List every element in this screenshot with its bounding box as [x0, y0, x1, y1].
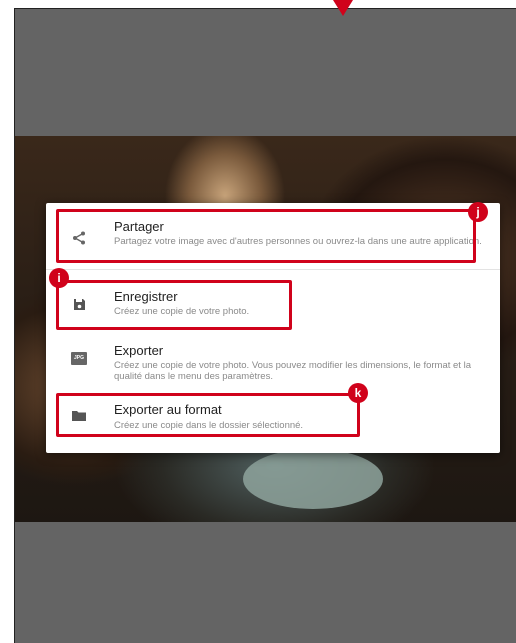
menu-item-description: Créez une copie de votre photo. Vous pou… [114, 360, 471, 382]
menu-item-title: Exporter [114, 343, 164, 358]
jpg-file-icon: JPG [70, 349, 88, 367]
highlight-save [56, 280, 292, 330]
photo-plate [243, 449, 383, 509]
callout-badge-i: i [49, 268, 69, 288]
menu-divider [46, 269, 500, 270]
highlight-share [56, 209, 476, 263]
jpg-icon-label: JPG [71, 351, 87, 365]
callout-badge-j: j [468, 202, 488, 222]
pointer-arrow [333, 0, 353, 16]
callout-badge-k: k [348, 383, 368, 403]
menu-item-export[interactable]: JPG Exporter Créez une copie de votre ph… [46, 331, 500, 393]
highlight-export-format [56, 393, 360, 437]
